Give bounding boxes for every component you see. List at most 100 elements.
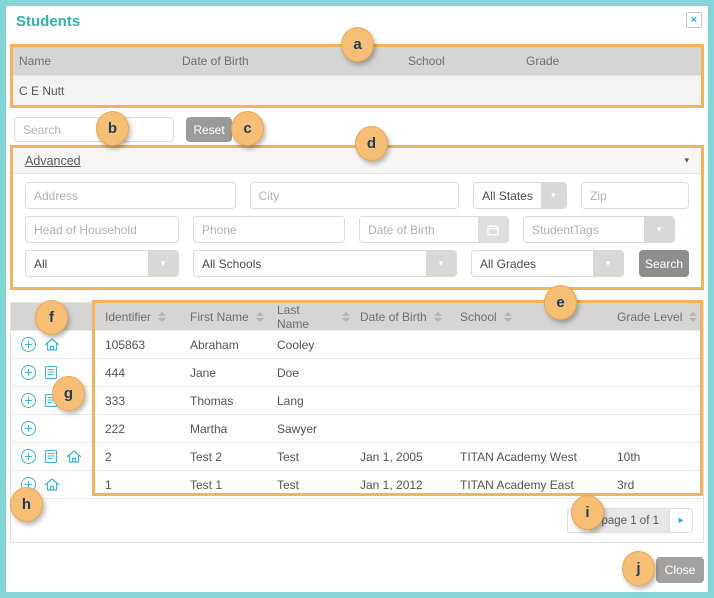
sort-icon[interactable] [689, 311, 698, 322]
head-of-household-field[interactable] [25, 216, 179, 243]
plus-circle-icon[interactable] [21, 449, 36, 464]
chevron-down-icon[interactable]: ▾ [593, 251, 623, 276]
cell-last-name: Cooley [277, 337, 315, 352]
table-row[interactable]: 2 Test 2 Test Jan 1, 2005 TITAN Academy West… [11, 442, 703, 470]
sort-icon[interactable] [158, 311, 167, 322]
row-actions [11, 337, 95, 352]
collapse-caret-icon[interactable]: ▾ [684, 155, 689, 166]
address-field[interactable] [25, 182, 236, 209]
table-row[interactable]: 1 Test 1 Test Jan 1, 2012 TITAN Academy East… [11, 470, 703, 498]
home-icon[interactable] [44, 477, 60, 492]
chevron-down-icon[interactable]: ▾ [426, 251, 456, 276]
document-icon[interactable] [44, 449, 58, 464]
cell-grade-level: 10th [617, 449, 641, 464]
sort-icon[interactable] [342, 311, 350, 322]
cell-first-name: Abraham [190, 337, 239, 352]
date-of-birth-group [359, 216, 509, 243]
cell-school: TITAN Academy West [460, 449, 577, 464]
results-table-body: 105863 Abraham Cooley 444 Jane Doe 333 Thomas La… [11, 330, 703, 498]
cell-date-of-birth: Jan 1, 2012 [360, 477, 423, 492]
chevron-down-icon[interactable]: ▾ [540, 183, 566, 208]
plus-circle-icon[interactable] [21, 365, 36, 380]
cell-first-name: Test 1 [190, 477, 223, 492]
row-actions [11, 449, 95, 464]
schools-dropdown[interactable]: All Schools ▾ [193, 250, 457, 277]
selected-col-dob: Date of Birth [182, 54, 249, 68]
annotation-g: g [52, 376, 85, 411]
results-header-row: Identifier First Name Last Name Date of Bir… [11, 303, 703, 331]
status-dropdown[interactable]: All ▾ [25, 250, 179, 277]
annotation-h: h [10, 487, 43, 522]
plus-circle-icon[interactable] [21, 337, 36, 352]
cell-last-name: Doe [277, 365, 300, 380]
phone-field[interactable] [193, 216, 345, 243]
table-row[interactable]: 333 Thomas Lang [11, 386, 703, 414]
cell-last-name: Sawyer [277, 421, 318, 436]
city-field[interactable] [249, 182, 460, 209]
close-x-icon: × [690, 13, 698, 26]
zip-field[interactable] [581, 182, 689, 209]
student-tags-dropdown[interactable]: StudentTags ▾ [523, 216, 675, 243]
results-column-label: Grade Level [617, 309, 683, 324]
chevron-down-icon[interactable]: ▾ [644, 217, 674, 242]
cell-first-name: Martha [190, 421, 228, 436]
annotation-i: i [571, 495, 604, 530]
advanced-row-3: All ▾ All Schools ▾ All Grades ▾ Search [25, 250, 689, 277]
cell-identifier: 444 [105, 365, 126, 380]
next-page-icon[interactable]: ▸ [670, 509, 692, 532]
annotation-f: f [35, 300, 68, 335]
annotation-d: d [355, 126, 388, 161]
home-icon[interactable] [44, 337, 60, 352]
results-column-label: School [460, 309, 497, 324]
states-dropdown-value: All States [482, 188, 533, 203]
cell-identifier: 222 [105, 421, 126, 436]
results-column-header: Identifier [95, 310, 180, 324]
cell-last-name: Lang [277, 393, 304, 408]
cell-date-of-birth: Jan 1, 2005 [360, 449, 423, 464]
document-icon[interactable] [44, 365, 58, 380]
cell-first-name: Jane [190, 365, 217, 380]
calendar-icon[interactable] [478, 217, 508, 242]
advanced-panel-body: All States ▾ [13, 174, 701, 287]
cell-grade-level: 3rd [617, 477, 635, 492]
annotation-e: e [544, 285, 577, 320]
student-tags-value: StudentTags [532, 222, 599, 237]
sort-icon[interactable] [255, 311, 264, 322]
chevron-down-icon[interactable]: ▾ [148, 251, 178, 276]
results-column-label: Identifier [105, 309, 152, 324]
cell-identifier: 2 [105, 449, 112, 464]
window-close-button[interactable]: × [686, 12, 702, 28]
sort-icon[interactable] [503, 311, 512, 322]
plus-circle-icon[interactable] [21, 421, 36, 436]
table-row[interactable]: 444 Jane Doe [11, 358, 703, 386]
close-button[interactable]: Close [656, 557, 704, 583]
cell-last-name: Test [277, 449, 300, 464]
results-column-header: First Name [180, 310, 267, 324]
results-column-label: First Name [190, 309, 249, 324]
students-modal: Students × Name Date of Birth School Gra… [0, 0, 714, 598]
states-dropdown[interactable]: All States ▾ [473, 182, 567, 209]
grades-dropdown-value: All Grades [480, 256, 537, 271]
advanced-search-button[interactable]: Search [639, 250, 689, 277]
table-row[interactable]: 105863 Abraham Cooley [11, 330, 703, 358]
grades-dropdown[interactable]: All Grades ▾ [471, 250, 624, 277]
search-input[interactable] [14, 117, 174, 142]
sort-icon[interactable] [433, 311, 442, 322]
annotation-a: a [341, 27, 374, 62]
table-row[interactable]: 222 Martha Sawyer [11, 414, 703, 442]
cell-identifier: 333 [105, 393, 126, 408]
advanced-row-1: All States ▾ [25, 182, 689, 209]
cell-school: TITAN Academy East [460, 477, 574, 492]
plus-circle-icon[interactable] [21, 393, 36, 408]
annotation-b: b [96, 111, 129, 146]
advanced-search-panel: Advanced ▾ All States ▾ [10, 145, 704, 290]
selected-student-row[interactable]: C E Nutt [13, 75, 701, 105]
cell-first-name: Thomas [190, 393, 234, 408]
home-icon[interactable] [66, 449, 82, 464]
date-of-birth-field[interactable] [360, 217, 478, 242]
row-actions [11, 421, 95, 436]
annotation-j: j [622, 551, 655, 586]
advanced-toggle-link[interactable]: Advanced [25, 154, 81, 168]
selected-student-name: C E Nutt [19, 83, 65, 98]
reset-button[interactable]: Reset [186, 117, 232, 142]
